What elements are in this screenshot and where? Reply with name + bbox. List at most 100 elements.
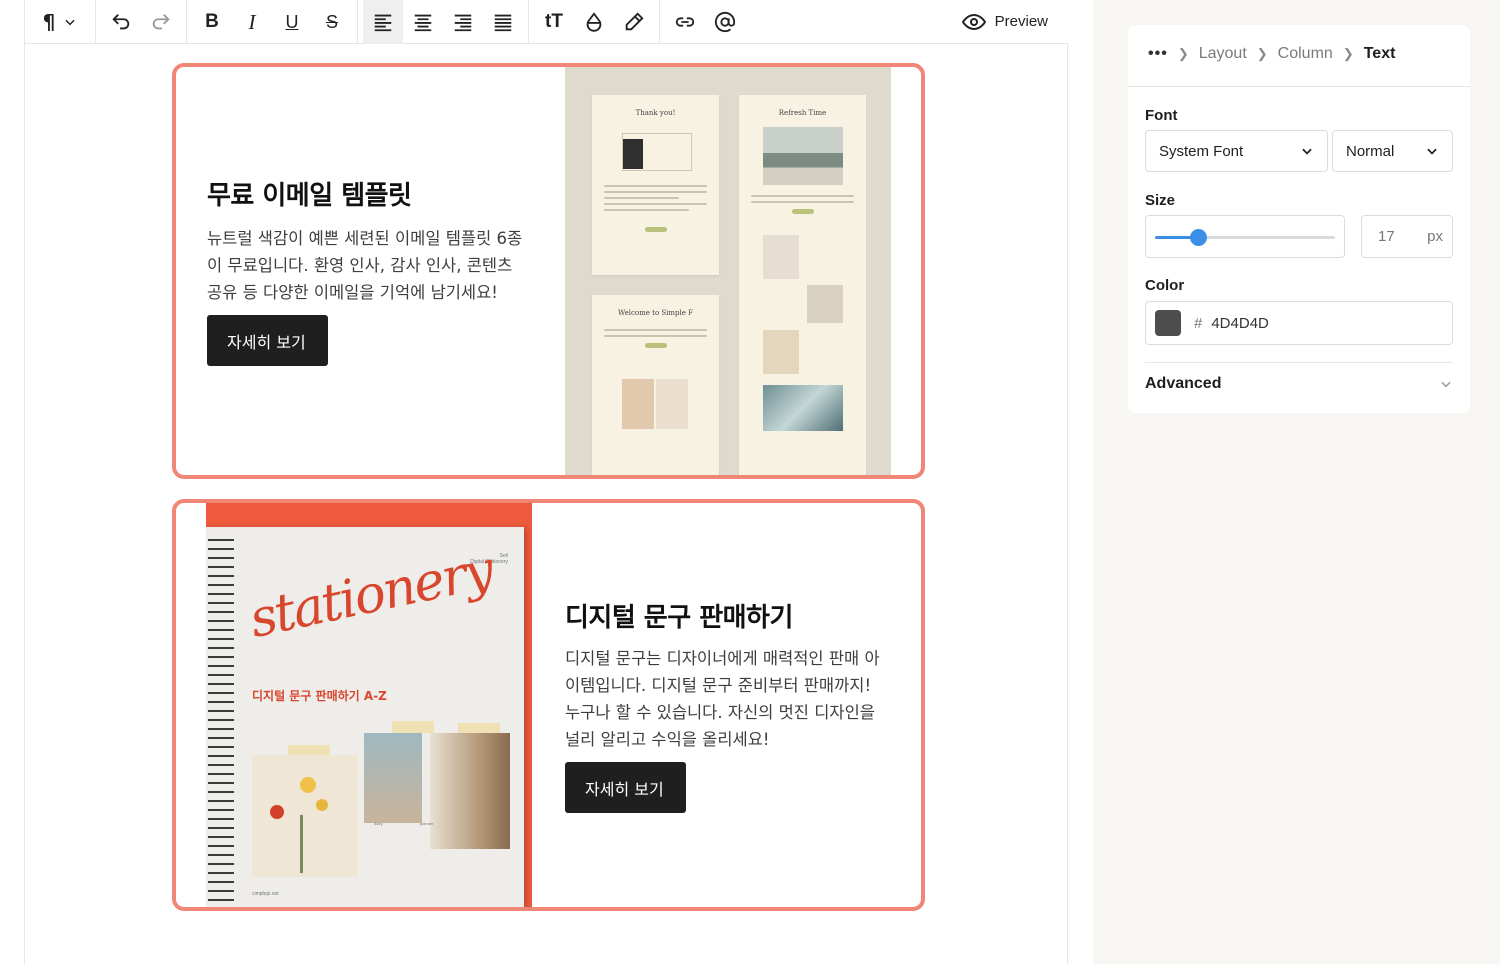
toolbar-group-insert: [660, 0, 750, 44]
font-weight-value: Normal: [1346, 142, 1395, 160]
card-title-text: 무료 이메일 템플릿: [207, 181, 412, 211]
font-size-button[interactable]: tT: [534, 0, 574, 44]
font-label: Font: [1145, 107, 1178, 124]
breadcrumb-item-column[interactable]: Column: [1278, 45, 1333, 63]
card-body-line: 디지털 문구는 디자이너에게 매력적인 판매 아: [565, 649, 880, 668]
italic-button[interactable]: I: [232, 0, 272, 44]
redo-button[interactable]: [141, 0, 181, 44]
font-family-value: System Font: [1159, 142, 1244, 160]
link-icon: [675, 17, 695, 27]
italic-icon: I: [248, 9, 256, 34]
mail-title: Refresh Time: [778, 109, 827, 117]
size-input[interactable]: 17 px: [1361, 215, 1453, 258]
beach-photo: [364, 733, 422, 823]
align-justify-button[interactable]: [483, 0, 523, 44]
align-center-button[interactable]: [403, 0, 443, 44]
highlight-button[interactable]: [614, 0, 654, 44]
align-justify-icon: [494, 14, 512, 32]
card-body-line: 공유 등 다양한 이메일을 기억에 남기세요!: [207, 283, 498, 302]
chevron-down-icon: [65, 19, 75, 26]
toolbar-group-history: [96, 0, 187, 44]
strikethrough-button[interactable]: S: [312, 0, 352, 44]
card-title[interactable]: 무료 이메일 템플릿: [207, 175, 412, 212]
stationery-script: stationery: [244, 540, 498, 650]
eye-icon: [961, 13, 986, 30]
photo-caption: diary: [374, 821, 383, 826]
align-right-button[interactable]: [443, 0, 483, 44]
email-template-card[interactable]: 무료 이메일 템플릿 뉴트럴 색감이 예쁜 세련된 이메일 템플릿 6종 이 무…: [172, 63, 925, 479]
chevron-right-icon: ❯: [1177, 46, 1189, 61]
link-button[interactable]: [665, 0, 705, 44]
mail-preview-thankyou: Thank you!: [592, 95, 719, 275]
underline-button[interactable]: U: [272, 0, 312, 44]
preview-label: Preview: [994, 13, 1048, 30]
left-rail: [0, 0, 25, 964]
undo-icon: [112, 14, 130, 30]
toolbar-group-align: [358, 0, 529, 44]
undo-button[interactable]: [101, 0, 141, 44]
font-family-select[interactable]: System Font: [1145, 130, 1328, 172]
chevron-down-icon: [1302, 148, 1312, 155]
at-sign-icon: [714, 11, 736, 33]
divider: [1145, 362, 1453, 363]
advanced-label: Advanced: [1145, 375, 1222, 392]
bold-button[interactable]: B: [192, 0, 232, 44]
pen-icon: [625, 12, 644, 31]
size-value: 17: [1378, 228, 1395, 245]
breadcrumb-item-text: Text: [1363, 45, 1396, 62]
size-unit: px: [1427, 228, 1443, 245]
toolbar-group-block: ¶: [25, 0, 96, 44]
advanced-section-toggle[interactable]: Advanced: [1145, 375, 1453, 393]
email-editor: ¶ B I U S tT Preview 무료 이메일 템플릿 뉴트럴 색감이 …: [25, 0, 1068, 964]
card-title-text: 디지털 문구 판매하기: [565, 603, 793, 633]
color-swatch[interactable]: [1155, 310, 1181, 336]
more-icon[interactable]: •••: [1148, 45, 1168, 63]
card-description[interactable]: 디지털 문구는 디자이너에게 매력적인 판매 아 이템입니다. 디지털 문구 준…: [565, 645, 895, 753]
card-title[interactable]: 디지털 문구 판매하기: [565, 597, 793, 634]
size-label: Size: [1145, 192, 1176, 209]
photo-caption: planner: [420, 821, 434, 826]
card-body-line: 널리 알리고 수익을 올리세요!: [565, 730, 770, 749]
chevron-right-icon: ❯: [1342, 46, 1354, 61]
button-label: 자세히 보기: [585, 779, 664, 799]
mail-preview-refresh: Refresh Time: [739, 95, 866, 475]
flower-photo: [252, 755, 358, 877]
color-hex-value: 4D4D4D: [1211, 314, 1269, 332]
breadcrumb: ••• ❯ Layout ❯ Column ❯ Text: [1148, 45, 1395, 63]
bold-icon: B: [205, 11, 219, 32]
card-body-line: 이 무료입니다. 환영 인사, 감사 인사, 콘텐츠: [207, 256, 513, 275]
curtain-photo: [430, 733, 510, 849]
chevron-down-icon: [1441, 381, 1451, 388]
chevron-down-icon: [1427, 148, 1437, 155]
paragraph-style-dropdown[interactable]: ¶: [30, 0, 90, 44]
redo-icon: [152, 14, 170, 30]
font-weight-select[interactable]: Normal: [1332, 130, 1453, 172]
formatting-toolbar: ¶ B I U S tT Preview: [25, 0, 1068, 44]
text-color-button[interactable]: [574, 0, 614, 44]
pilcrow-icon: ¶: [42, 10, 56, 34]
color-input[interactable]: # 4D4D4D: [1145, 301, 1453, 345]
size-slider[interactable]: [1155, 229, 1335, 246]
divider: [1128, 86, 1470, 87]
preview-button[interactable]: Preview: [961, 0, 1068, 43]
breadcrumb-item-layout[interactable]: Layout: [1199, 45, 1247, 63]
drop-icon: [586, 12, 602, 32]
align-left-button[interactable]: [363, 0, 403, 44]
toolbar-group-inline: B I U S: [187, 0, 358, 44]
mention-button[interactable]: [705, 0, 745, 44]
card-body-line: 누구나 할 수 있습니다. 자신의 멋진 디자인을: [565, 703, 875, 722]
learn-more-button[interactable]: 자세히 보기: [207, 315, 328, 366]
email-templates-image: Thank you! Refresh Time Welcome to Simpl…: [565, 67, 891, 475]
card-description[interactable]: 뉴트럴 색감이 예쁜 세련된 이메일 템플릿 6종 이 무료입니다. 환영 인사…: [207, 225, 537, 306]
learn-more-button[interactable]: 자세히 보기: [565, 762, 686, 813]
stationery-notebook-image: Sell Digital Stationery stationery 디지털 문…: [206, 503, 532, 907]
text-size-icon: tT: [545, 11, 563, 32]
digital-stationery-card[interactable]: Sell Digital Stationery stationery 디지털 문…: [172, 499, 925, 911]
card-body-line: 뉴트럴 색감이 예쁜 세련된 이메일 템플릿 6종: [207, 229, 523, 248]
card-body-line: 이템입니다. 디지털 문구 준비부터 판매까지!: [565, 676, 872, 695]
mail-title: Welcome to Simple F: [617, 309, 693, 317]
text-properties-panel: ••• ❯ Layout ❯ Column ❯ Text Font System…: [1128, 25, 1470, 413]
chevron-right-icon: ❯: [1256, 46, 1268, 61]
button-label: 자세히 보기: [227, 332, 306, 352]
slider-thumb[interactable]: [1190, 229, 1208, 246]
